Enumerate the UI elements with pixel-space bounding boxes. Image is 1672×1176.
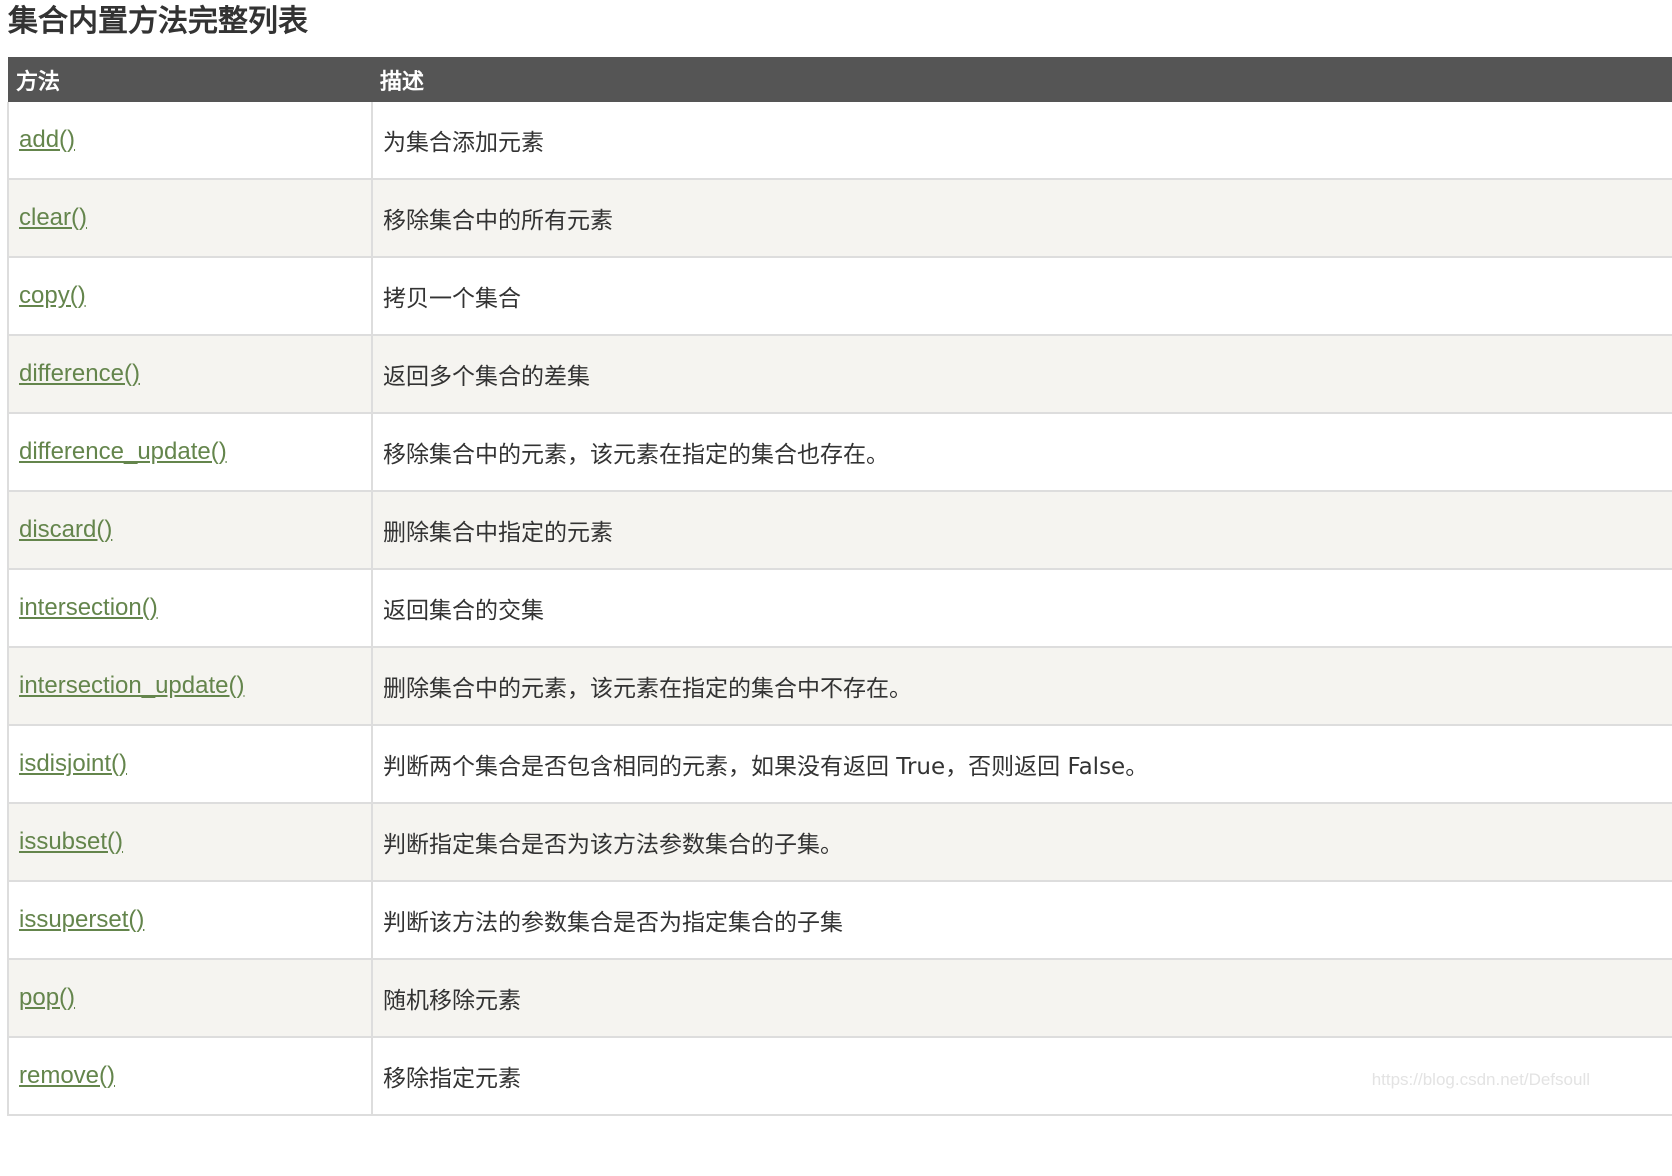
- table-row: add() 为集合添加元素: [7, 102, 1672, 180]
- method-cell: discard(): [7, 491, 373, 570]
- method-link-pop[interactable]: pop(): [19, 984, 75, 1011]
- method-cell: clear(): [7, 179, 373, 258]
- description-cell: 返回多个集合的差集: [372, 335, 1672, 414]
- description-text: 随机移除元素: [383, 988, 521, 1014]
- table-row: issubset() 判断指定集合是否为该方法参数集合的子集。: [7, 803, 1672, 882]
- method-cell: copy(): [7, 257, 373, 336]
- method-cell: issuperset(): [7, 881, 373, 960]
- description-cell: 为集合添加元素: [372, 102, 1672, 180]
- method-link-add[interactable]: add(): [19, 126, 75, 153]
- description-cell: 拷贝一个集合: [372, 257, 1672, 336]
- table-row: difference() 返回多个集合的差集: [7, 335, 1672, 414]
- column-header-description: 描述: [372, 57, 1672, 102]
- watermark: https://blog.csdn.net/Defsoull: [1371, 1070, 1590, 1089]
- description-cell: 返回集合的交集: [372, 569, 1672, 648]
- method-link-difference[interactable]: difference(): [19, 360, 140, 387]
- table-row: intersection() 返回集合的交集: [7, 569, 1672, 648]
- column-header-method: 方法: [8, 57, 372, 102]
- method-cell: intersection(): [7, 569, 373, 648]
- method-cell: difference_update(): [7, 413, 373, 492]
- description-cell: 随机移除元素: [372, 959, 1672, 1038]
- description-text: 判断两个集合是否包含相同的元素，如果没有返回 True，否则返回 False。: [383, 754, 1149, 780]
- table-row: intersection_update() 删除集合中的元素，该元素在指定的集合…: [7, 647, 1672, 726]
- table-row: clear() 移除集合中的所有元素: [7, 179, 1672, 258]
- method-link-isdisjoint[interactable]: isdisjoint(): [19, 750, 127, 777]
- table-row: issuperset() 判断该方法的参数集合是否为指定集合的子集: [7, 881, 1672, 960]
- description-cell: 判断该方法的参数集合是否为指定集合的子集: [372, 881, 1672, 960]
- description-cell: 删除集合中指定的元素: [372, 491, 1672, 570]
- table-row: copy() 拷贝一个集合: [7, 257, 1672, 336]
- description-text: 返回集合的交集: [383, 598, 544, 624]
- description-text: 判断指定集合是否为该方法参数集合的子集。: [383, 832, 843, 858]
- methods-table: 方法 描述 add() 为集合添加元素 clear() 移除集合中的所有元素 c…: [7, 57, 1672, 1116]
- method-cell: intersection_update(): [7, 647, 373, 726]
- description-text: 拷贝一个集合: [383, 286, 521, 312]
- description-text: 删除集合中的元素，该元素在指定的集合中不存在。: [383, 676, 912, 702]
- description-text: 返回多个集合的差集: [383, 364, 590, 390]
- description-cell: 移除集合中的元素，该元素在指定的集合也存在。: [372, 413, 1672, 492]
- description-cell: 判断两个集合是否包含相同的元素，如果没有返回 True，否则返回 False。: [372, 725, 1672, 804]
- method-link-intersection-update[interactable]: intersection_update(): [19, 672, 244, 699]
- method-link-clear[interactable]: clear(): [19, 204, 87, 231]
- description-text: 移除集合中的元素，该元素在指定的集合也存在。: [383, 442, 889, 468]
- description-text: 判断该方法的参数集合是否为指定集合的子集: [383, 910, 843, 936]
- table-row: isdisjoint() 判断两个集合是否包含相同的元素，如果没有返回 True…: [7, 725, 1672, 804]
- method-link-copy[interactable]: copy(): [19, 282, 86, 309]
- description-text: 为集合添加元素: [383, 130, 544, 156]
- method-link-remove[interactable]: remove(): [19, 1062, 115, 1089]
- description-cell: 判断指定集合是否为该方法参数集合的子集。: [372, 803, 1672, 882]
- method-cell: remove(): [7, 1037, 373, 1116]
- table-row: discard() 删除集合中指定的元素: [7, 491, 1672, 570]
- method-link-issubset[interactable]: issubset(): [19, 828, 123, 855]
- method-link-discard[interactable]: discard(): [19, 516, 112, 543]
- method-cell: add(): [7, 102, 373, 180]
- method-link-difference-update[interactable]: difference_update(): [19, 438, 227, 465]
- method-cell: isdisjoint(): [7, 725, 373, 804]
- method-link-issuperset[interactable]: issuperset(): [19, 906, 144, 933]
- method-cell: pop(): [7, 959, 373, 1038]
- method-link-intersection[interactable]: intersection(): [19, 594, 158, 621]
- description-text: 删除集合中指定的元素: [383, 520, 613, 546]
- table-row: pop() 随机移除元素: [7, 959, 1672, 1038]
- description-text: 移除指定元素: [383, 1066, 521, 1092]
- description-cell: 移除集合中的所有元素: [372, 179, 1672, 258]
- description-cell: 删除集合中的元素，该元素在指定的集合中不存在。: [372, 647, 1672, 726]
- table-header-row: 方法 描述: [8, 57, 1672, 102]
- method-cell: issubset(): [7, 803, 373, 882]
- table-row: difference_update() 移除集合中的元素，该元素在指定的集合也存…: [7, 413, 1672, 492]
- page-title: 集合内置方法完整列表: [8, 4, 308, 39]
- description-text: 移除集合中的所有元素: [383, 208, 613, 234]
- method-cell: difference(): [7, 335, 373, 414]
